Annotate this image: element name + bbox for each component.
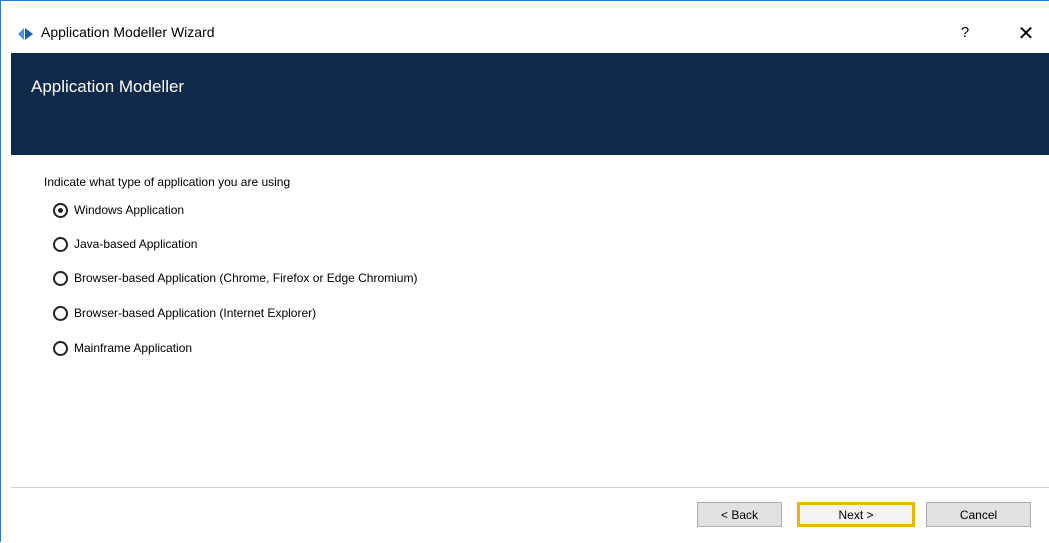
- radio-button[interactable]: [53, 340, 68, 356]
- close-icon[interactable]: ✕: [1013, 21, 1039, 47]
- wizard-body: Indicate what type of application you ar…: [11, 155, 1049, 487]
- radio-option-java[interactable]: Java-based Application: [53, 234, 197, 254]
- title-bar: Application Modeller Wizard ? ✕: [1, 1, 1049, 53]
- back-button[interactable]: < Back: [697, 502, 782, 527]
- radio-button[interactable]: [53, 305, 68, 321]
- radio-label: Browser-based Application (Internet Expl…: [74, 306, 317, 320]
- radio-label: Browser-based Application (Chrome, Firef…: [74, 271, 418, 285]
- radio-option-browser-chrome[interactable]: Browser-based Application (Chrome, Firef…: [53, 268, 417, 288]
- left-edge: [1, 53, 11, 543]
- wizard-footer: < Back Next > Cancel: [11, 488, 1049, 543]
- radio-label: Windows Application: [74, 203, 185, 217]
- instruction-label: Indicate what type of application you ar…: [44, 175, 291, 189]
- radio-label: Java-based Application: [74, 237, 198, 251]
- wizard-header: Application Modeller: [11, 53, 1049, 155]
- radio-option-browser-ie[interactable]: Browser-based Application (Internet Expl…: [53, 303, 316, 323]
- window-title: Application Modeller Wizard: [41, 24, 215, 40]
- radio-option-mainframe[interactable]: Mainframe Application: [53, 338, 192, 358]
- radio-button[interactable]: [53, 270, 68, 286]
- wizard-window: Application Modeller Wizard ? ✕ Applicat…: [0, 0, 1049, 543]
- page-title: Application Modeller: [31, 77, 185, 96]
- radio-label: Mainframe Application: [74, 341, 193, 355]
- radio-button[interactable]: [53, 202, 68, 218]
- help-icon[interactable]: ?: [955, 21, 975, 45]
- radio-button[interactable]: [53, 236, 68, 252]
- radio-option-windows[interactable]: Windows Application: [53, 200, 184, 220]
- app-modeller-icon: [18, 27, 34, 41]
- cancel-button[interactable]: Cancel: [926, 502, 1031, 527]
- next-button[interactable]: Next >: [797, 502, 915, 527]
